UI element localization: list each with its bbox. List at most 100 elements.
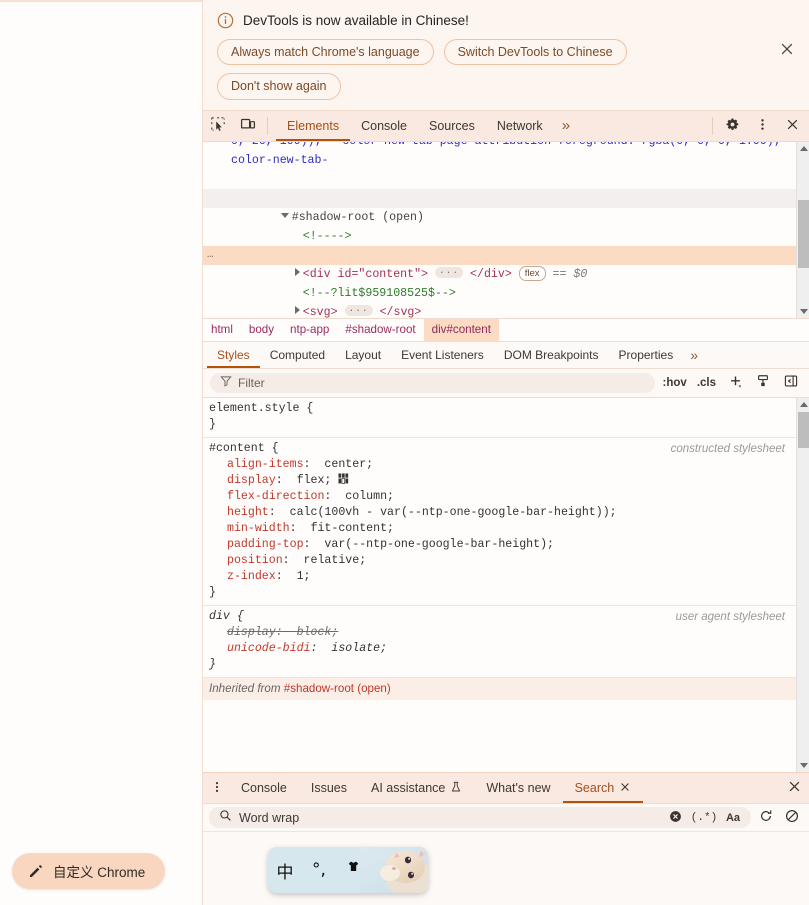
- dom-row-menu-dots[interactable]: …: [207, 246, 215, 265]
- scroll-up-arrow-icon[interactable]: [797, 142, 809, 155]
- scrollbar-thumb[interactable]: [798, 199, 809, 268]
- filter-input-container[interactable]: [210, 372, 655, 393]
- property-value[interactable]: calc(100vh - var(--ntp-one-google-bar-he…: [290, 506, 617, 519]
- match-case-toggle-button[interactable]: Aa: [722, 807, 744, 829]
- clear-search-input-button[interactable]: [664, 807, 686, 829]
- more-sidebar-tabs-button[interactable]: »: [683, 342, 705, 368]
- drawer-close-button[interactable]: [779, 773, 809, 803]
- settings-button[interactable]: [717, 111, 747, 141]
- property-name[interactable]: z-index: [227, 570, 276, 583]
- property-name[interactable]: display: [227, 626, 276, 639]
- search-input-container[interactable]: (.*) Aa: [209, 807, 751, 829]
- declaration-position[interactable]: position: relative;: [209, 553, 809, 569]
- tab-properties[interactable]: Properties: [609, 342, 684, 368]
- declaration-align-items[interactable]: align-items: center;: [209, 457, 809, 473]
- declaration-display[interactable]: display: flex;: [209, 473, 809, 489]
- scroll-down-arrow-icon[interactable]: [797, 759, 809, 772]
- property-name[interactable]: display: [227, 474, 276, 487]
- scroll-down-arrow-icon[interactable]: [797, 305, 809, 318]
- declaration-z-index[interactable]: z-index: 1;: [209, 569, 809, 585]
- rule-origin-label[interactable]: constructed stylesheet: [671, 441, 785, 457]
- property-value[interactable]: fit-content;: [311, 522, 395, 535]
- new-style-rule-button[interactable]: [724, 372, 746, 394]
- scrollbar-thumb[interactable]: [798, 411, 809, 448]
- drawer-tab-issues[interactable]: Issues: [299, 773, 359, 803]
- property-value[interactable]: relative;: [304, 554, 367, 567]
- property-name[interactable]: min-width: [227, 522, 290, 535]
- breadcrumb-item-html[interactable]: html: [203, 319, 241, 341]
- declaration-unicode-bidi[interactable]: unicode-bidi: isolate;: [209, 641, 809, 657]
- hover-state-button[interactable]: :hov: [661, 377, 689, 389]
- rule-origin-label[interactable]: user agent stylesheet: [676, 609, 785, 625]
- flex-grid-icon[interactable]: [338, 473, 349, 484]
- dom-selected-element-row[interactable]: … <div id="content"> ··· </div> flex == $…: [203, 245, 809, 281]
- ime-language-key[interactable]: 中: [268, 858, 302, 883]
- drawer-tab-console[interactable]: Console: [229, 773, 299, 803]
- declaration-height[interactable]: height: calc(100vh - var(--ntp-one-googl…: [209, 505, 809, 521]
- device-toolbar-button[interactable]: [233, 111, 263, 141]
- tab-console[interactable]: Console: [350, 111, 418, 141]
- infobar-close-button[interactable]: [775, 38, 799, 62]
- filter-input[interactable]: [238, 375, 645, 390]
- property-name[interactable]: flex-direction: [227, 490, 324, 503]
- dom-svg-element-row[interactable]: <svg> ··· </svg>: [203, 284, 809, 318]
- drawer-tab-whats-new[interactable]: What's new: [474, 773, 562, 803]
- tab-sources[interactable]: Sources: [418, 111, 486, 141]
- property-value[interactable]: block;: [297, 626, 339, 639]
- close-icon[interactable]: [619, 781, 631, 796]
- dom-tree-view[interactable]: 0, 20, 100)); --color-new-tab-page-attri…: [203, 141, 809, 318]
- property-name[interactable]: height: [227, 506, 269, 519]
- tab-event-listeners[interactable]: Event Listeners: [391, 342, 494, 368]
- tab-layout[interactable]: Layout: [335, 342, 391, 368]
- dom-comment-row[interactable]: <!--?lit$959108525$-->: [203, 265, 809, 300]
- dom-comment-row[interactable]: <!---->: [203, 208, 809, 243]
- ime-floating-toolbar[interactable]: 中 °,: [268, 847, 428, 893]
- switch-devtools-to-chinese-button[interactable]: Switch DevTools to Chinese: [443, 39, 627, 66]
- property-name[interactable]: padding-top: [227, 538, 304, 551]
- clear-search-results-button[interactable]: [781, 807, 803, 829]
- drawer-more-tools-button[interactable]: [205, 773, 229, 803]
- breadcrumb-item-ntp-app[interactable]: ntp-app: [282, 319, 337, 341]
- property-value[interactable]: flex;: [297, 474, 332, 487]
- styles-pane-scrollbar[interactable]: [796, 397, 809, 773]
- dom-comment-row[interactable]: <!--_html_template_end_-->: [203, 303, 809, 318]
- style-rule-element-style[interactable]: element.style { }: [203, 398, 809, 438]
- always-match-chrome-language-button[interactable]: Always match Chrome's language: [217, 39, 434, 66]
- styles-rules-pane[interactable]: element.style { } constructed stylesheet…: [203, 397, 809, 773]
- ime-punctuation-key[interactable]: °,: [302, 860, 336, 880]
- breadcrumb-item-shadow-root[interactable]: #shadow-root: [337, 319, 423, 341]
- regex-toggle-button[interactable]: (.*): [691, 807, 717, 829]
- rule-selector[interactable]: element.style {: [209, 401, 809, 417]
- dom-shadow-root-row[interactable]: #shadow-root (open): [203, 188, 809, 224]
- drawer-tab-search[interactable]: Search: [563, 773, 644, 803]
- more-options-button[interactable]: [747, 111, 777, 141]
- dom-comment-row[interactable]: <!--_html_template_start_-->: [203, 227, 809, 262]
- customize-chrome-button[interactable]: 自定义 Chrome: [12, 853, 166, 889]
- breadcrumb-item-div-content[interactable]: div#content: [423, 318, 499, 341]
- toggle-sidebar-button[interactable]: [780, 372, 802, 394]
- tab-elements[interactable]: Elements: [276, 111, 350, 141]
- refresh-search-button[interactable]: [755, 807, 777, 829]
- property-value[interactable]: center;: [324, 458, 373, 471]
- close-devtools-button[interactable]: [777, 111, 807, 141]
- breadcrumb-item-body[interactable]: body: [241, 319, 282, 341]
- property-name[interactable]: position: [227, 554, 283, 567]
- declaration-flex-direction[interactable]: flex-direction: column;: [209, 489, 809, 505]
- tab-network[interactable]: Network: [486, 111, 554, 141]
- tab-styles[interactable]: Styles: [207, 342, 260, 368]
- property-value[interactable]: isolate;: [331, 642, 387, 655]
- style-rule-content[interactable]: constructed stylesheet #content { align-…: [203, 438, 809, 606]
- property-name[interactable]: unicode-bidi: [227, 642, 311, 655]
- dont-show-again-button[interactable]: Don't show again: [217, 73, 341, 100]
- search-results-area[interactable]: 中 °,: [203, 831, 809, 905]
- element-classes-button[interactable]: .cls: [695, 377, 718, 389]
- more-panels-button[interactable]: »: [554, 111, 578, 141]
- computed-styles-button[interactable]: [752, 372, 774, 394]
- search-input[interactable]: [239, 810, 657, 825]
- declaration-min-width[interactable]: min-width: fit-content;: [209, 521, 809, 537]
- drawer-tab-ai-assistance[interactable]: AI assistance: [359, 773, 474, 803]
- inspect-element-button[interactable]: [203, 111, 233, 141]
- declaration-display-overridden[interactable]: display: block;: [209, 625, 809, 641]
- tab-computed[interactable]: Computed: [260, 342, 335, 368]
- inherited-source-link[interactable]: #shadow-root (open): [284, 682, 391, 695]
